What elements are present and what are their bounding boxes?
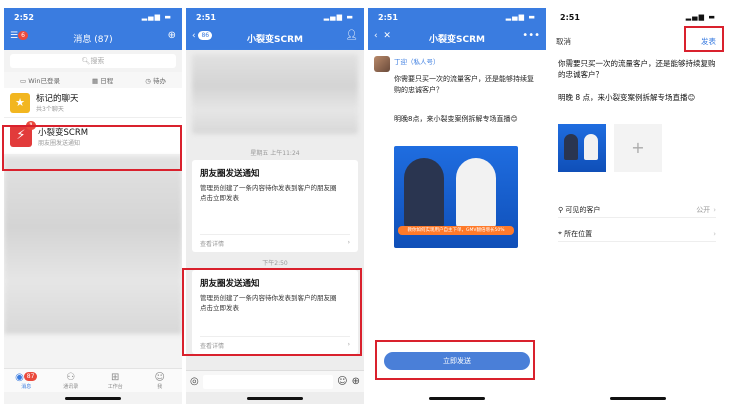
highlight-box-chat — [2, 125, 182, 171]
poster-image[interactable]: 教你如何实现用户自主下单，GMV翻倍增长50% — [394, 146, 518, 248]
user-icon: ⚲ — [558, 205, 566, 214]
message-text-1: 你需要只买一次的流量客户，还是能够持续复购的忠诚客户？ — [394, 75, 534, 94]
highlight-box-publish — [684, 26, 724, 52]
presenter-left — [564, 134, 578, 160]
publish-moment-screen: 2:51 ▂▄▆ ▬ 取消 发表 你需要只买一次的流量客户，还是能够持续复购的忠… — [550, 8, 726, 404]
header: 2:51 ▂▄▆ ▬ ‹ ✕ 小裂变SCRM ••• — [368, 8, 546, 50]
signal-icon: ▂▄▆ ▬ — [685, 13, 716, 21]
chat-icon: ◉ 87 — [15, 371, 38, 383]
menu-badge: 6 — [18, 31, 28, 40]
message-text-2: 明晚8点，来小裂变案例拆解专场直播😊 — [394, 115, 518, 123]
back-button[interactable]: ‹ 86 — [192, 31, 213, 41]
post-image-thumbnail[interactable] — [558, 124, 606, 172]
quick-todo[interactable]: ◷ 待办 — [145, 75, 166, 85]
post-text-1: 你需要只买一次的流量客户，还是能够持续复购的忠诚客户？ — [558, 59, 716, 79]
header: 2:52 ▂▄▆ ▬ ☰ 6 消息 (87) ⊕ — [4, 8, 182, 50]
status-time: 2:52 — [14, 12, 34, 22]
tab-me[interactable]: ☺ 我 — [145, 369, 175, 392]
post-text-2: 明晚 8 点，来小裂变案例拆解专场直播😊 — [558, 93, 696, 102]
signal-icon: ▂▄▆ ▬ — [141, 13, 172, 21]
cancel-button[interactable]: 取消 — [556, 36, 571, 47]
poster-banner: 教你如何实现用户自主下单，GMV翻倍增长50% — [398, 226, 514, 235]
profile-icon[interactable]: 👤︎ — [345, 30, 358, 41]
input-bar: ◎ ☺ ⊕ — [186, 370, 364, 392]
presenter-right — [584, 134, 598, 160]
emoji-icon[interactable]: ☺ — [337, 376, 347, 387]
navbar: ‹ ✕ 小裂变SCRM ••• — [368, 26, 546, 50]
status-bar: 2:51 ▂▄▆ ▬ — [186, 8, 364, 26]
home-indicator — [65, 397, 121, 400]
chevron-right-icon: › — [713, 229, 716, 238]
menu-button[interactable]: ☰ 6 — [10, 31, 28, 41]
star-icon: ★ — [10, 92, 30, 113]
location-row[interactable]: ⌖ 所在位置 › — [558, 226, 716, 242]
tab-bar: ◉ 87 消息 ⚇ 通讯录 ⊞ 工作台 ☺ 我 — [4, 368, 182, 392]
timestamp: 星期五 上午11:24 — [250, 150, 300, 157]
chevron-right-icon: › — [347, 239, 350, 246]
search-placeholder: 搜索 — [90, 57, 105, 65]
visible-customers-row[interactable]: ⚲ 可见的客户 公开 › — [558, 202, 716, 218]
contacts-icon: ⚇ — [66, 371, 76, 383]
header: 2:51 ▂▄▆ ▬ ‹ 86 小裂变SCRM 👤︎ — [186, 8, 364, 50]
page-title: 消息 (87) — [73, 34, 113, 45]
status-bar: 2:52 ▂▄▆ ▬ — [4, 8, 182, 26]
home-indicator — [429, 397, 485, 400]
page-title: 小裂变SCRM — [247, 34, 303, 45]
signal-icon: ▂▄▆ ▬ — [505, 13, 536, 21]
monitor-icon: ▭ — [20, 77, 29, 85]
clock-icon: ◷ — [145, 77, 153, 85]
more-icon[interactable]: ••• — [522, 30, 540, 41]
messages-screen: 2:52 ▂▄▆ ▬ ☰ 6 消息 (87) ⊕ 🔍︎搜索 ▭ Win已登录 ▦ … — [4, 8, 182, 404]
chevron-left-icon: ‹ — [374, 31, 378, 41]
quick-win-login[interactable]: ▭ Win已登录 — [20, 75, 60, 85]
blurred-message — [192, 54, 358, 134]
presenter-right — [456, 158, 496, 228]
highlight-box-card — [182, 268, 362, 356]
chat-name: 标记的聊天 — [36, 94, 79, 104]
page-title: 小裂变SCRM — [429, 34, 485, 45]
close-icon[interactable]: ✕ — [383, 31, 391, 41]
calendar-icon: ▦ — [91, 77, 101, 85]
card-action: 点击立即发表 — [200, 194, 239, 202]
status-time: 2:51 — [560, 12, 580, 22]
add-image-button[interactable]: + — [614, 124, 662, 172]
status-bar: 2:51 ▂▄▆ ▬ — [368, 8, 546, 26]
add-icon[interactable]: ⊕ — [168, 30, 176, 41]
tab-workbench[interactable]: ⊞ 工作台 — [100, 369, 130, 392]
timestamp: 下午2:50 — [262, 260, 288, 267]
highlight-box-send — [375, 340, 535, 380]
status-time: 2:51 — [378, 12, 398, 22]
visibility-value: 公开 — [696, 205, 711, 214]
blurred-chat-list — [4, 156, 182, 334]
workbench-icon: ⊞ — [111, 371, 120, 383]
home-indicator — [610, 397, 666, 400]
signal-icon: ▂▄▆ ▬ — [323, 13, 354, 21]
avatar — [374, 56, 390, 72]
quick-calendar[interactable]: ▦ 日程 — [92, 75, 113, 85]
status-time: 2:51 — [196, 12, 216, 22]
status-bar: 2:51 ▂▄▆ ▬ — [550, 8, 726, 26]
navbar: ‹ 86 小裂变SCRM 👤︎ — [186, 26, 364, 50]
back-button[interactable]: ‹ ✕ — [374, 31, 391, 41]
plus-icon[interactable]: ⊕ — [352, 376, 360, 387]
sender-name: 丁迎（私人号） — [394, 58, 440, 66]
presenter-left — [404, 158, 444, 228]
card-body: 管理员创建了一条内容待你发表到客户的朋友圈 — [200, 184, 337, 192]
card-footer[interactable]: 查看详情 › — [200, 234, 350, 248]
quick-bar: ▭ Win已登录 ▦ 日程 ◷ 待办 — [4, 72, 182, 88]
chevron-right-icon: › — [713, 205, 716, 214]
notification-card-1[interactable]: 朋友圈发送通知 管理员创建了一条内容待你发表到客户的朋友圈 点击立即发表 查看详… — [192, 160, 358, 252]
chat-item-starred[interactable]: ★ 标记的聊天 共3个聊天 — [4, 88, 182, 118]
tab-messages[interactable]: ◉ 87 消息 — [11, 369, 41, 392]
tab-contacts[interactable]: ⚇ 通讯录 — [56, 369, 86, 392]
navbar: ☰ 6 消息 (87) ⊕ — [4, 26, 182, 50]
voice-icon[interactable]: ◎ — [190, 376, 199, 387]
message-input[interactable] — [202, 374, 334, 389]
chat-sub: 共3个聊天 — [36, 106, 64, 113]
search-input[interactable]: 🔍︎搜索 — [10, 54, 176, 68]
home-indicator — [247, 397, 303, 400]
me-icon: ☺ — [154, 371, 165, 383]
card-title: 朋友圈发送通知 — [200, 169, 260, 179]
